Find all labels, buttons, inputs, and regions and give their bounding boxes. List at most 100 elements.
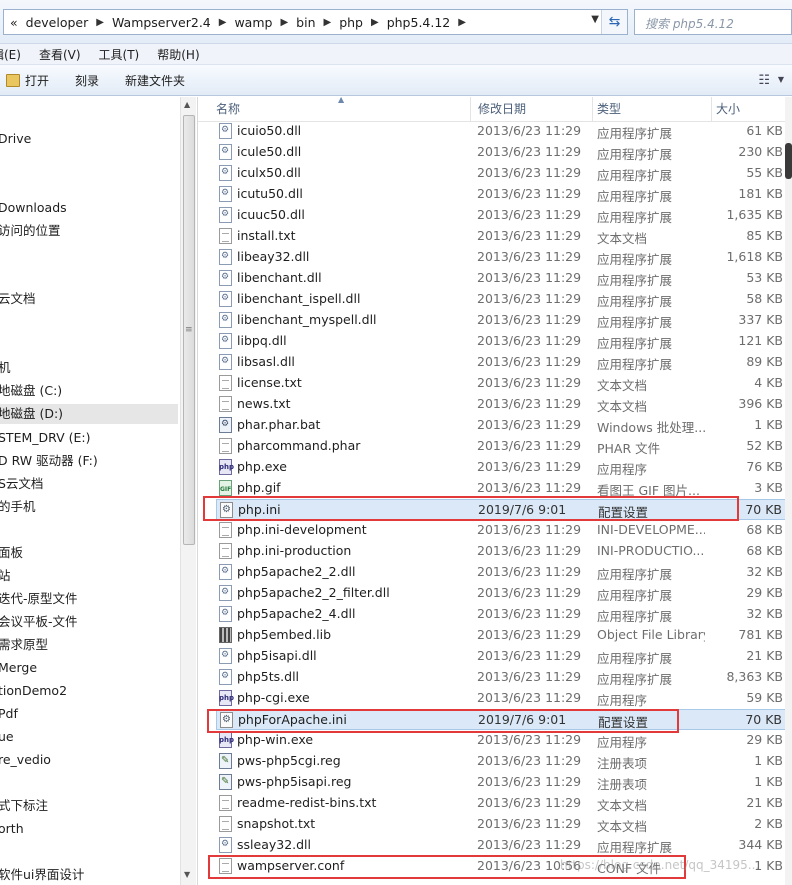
file-row[interactable]: php5embed.lib 2013/6/23 11:29 Object File …	[216, 625, 791, 646]
file-row[interactable]: pws-php5cgi.reg 2013/6/23 11:29 注册表项 1 KB	[216, 751, 791, 772]
menu-help[interactable]: 帮助(H)	[157, 46, 199, 63]
column-header-date[interactable]: 修改日期	[474, 97, 593, 122]
change-view-icon[interactable]: ☷	[758, 73, 770, 88]
breadcrumb-item[interactable]: php	[339, 15, 363, 30]
list-scroll-thumb[interactable]	[785, 143, 792, 179]
breadcrumb-item[interactable]: Wampserver2.4	[112, 15, 211, 30]
chevron-down-icon[interactable]: ▼	[778, 75, 784, 84]
file-row[interactable]: iculx50.dll 2013/6/23 11:29 应用程序扩展 55 KB	[216, 163, 791, 184]
open-button[interactable]: 打开	[6, 72, 49, 89]
txt-icon	[219, 522, 232, 538]
file-row[interactable]: news.txt 2013/6/23 11:29 文本文档 396 KB	[216, 394, 791, 415]
nav-item[interactable]: 软件ui界面设计	[0, 865, 84, 885]
nav-item[interactable]: 云文档	[0, 289, 36, 309]
file-row[interactable]: php-win.exe 2013/6/23 11:29 应用程序 29 KB	[216, 730, 791, 751]
history-dropdown-icon[interactable]: ▼	[591, 14, 599, 25]
breadcrumb-item[interactable]: bin	[296, 15, 315, 30]
breadcrumb-item[interactable]: php5.4.12	[387, 15, 451, 30]
file-row[interactable]: snapshot.txt 2013/6/23 11:29 文本文档 2 KB	[216, 814, 791, 835]
nav-item[interactable]: Drive	[0, 129, 31, 149]
file-row[interactable]: libsasl.dll 2013/6/23 11:29 应用程序扩展 89 KB	[216, 352, 791, 373]
chevron-right-icon[interactable]: ▶	[96, 17, 104, 28]
file-row[interactable]: php5apache2_2_filter.dll 2013/6/23 11:29 应…	[216, 583, 791, 604]
menu-tools[interactable]: 工具(T)	[99, 46, 140, 63]
nav-item[interactable]: 站	[0, 566, 11, 586]
file-size: 344 KB	[738, 837, 783, 852]
nav-item[interactable]: 会议平板-文件	[0, 612, 78, 632]
refresh-icon[interactable]: ⇆	[601, 10, 627, 34]
nav-item[interactable]: re_vedio	[0, 750, 51, 770]
nav-item[interactable]: 迭代-原型文件	[0, 589, 78, 609]
nav-item[interactable]: 机	[0, 358, 11, 378]
file-name: php5embed.lib	[237, 627, 332, 642]
file-row[interactable]: icule50.dll 2013/6/23 11:29 应用程序扩展 230 KB	[216, 142, 791, 163]
file-name: icutu50.dll	[237, 186, 303, 201]
menu-edit[interactable]: 辑(E)	[0, 46, 21, 63]
file-type: 应用程序扩展	[597, 315, 673, 330]
file-row[interactable]: libenchant.dll 2013/6/23 11:29 应用程序扩展 53 KB	[216, 268, 791, 289]
nav-item[interactable]: Pdf	[0, 704, 18, 724]
file-row[interactable]: php.ini-development 2013/6/23 11:29 INI-DE…	[216, 520, 791, 541]
chevron-right-icon[interactable]: ▶	[219, 17, 227, 28]
new-folder-button[interactable]: 新建文件夹	[125, 72, 185, 89]
chevron-right-icon[interactable]: ▶	[280, 17, 288, 28]
nav-item[interactable]: 地磁盘 (C:)	[0, 381, 62, 401]
nav-item[interactable]: tionDemo2	[0, 681, 67, 701]
chevron-right-icon[interactable]: ▶	[324, 17, 332, 28]
scroll-up-icon[interactable]: ▲	[184, 100, 190, 109]
file-row[interactable]: libeay32.dll 2013/6/23 11:29 应用程序扩展 1,618 K…	[216, 247, 791, 268]
nav-item[interactable]: Downloads	[0, 198, 67, 218]
file-row[interactable]: pharcommand.phar 2013/6/23 11:29 PHAR 文件 52…	[216, 436, 791, 457]
file-row[interactable]: pws-php5isapi.reg 2013/6/23 11:29 注册表项 1 KB	[216, 772, 791, 793]
file-row[interactable]: license.txt 2013/6/23 11:29 文本文档 4 KB	[216, 373, 791, 394]
list-scrollbar[interactable]	[785, 97, 792, 885]
nav-scrollbar[interactable]: ▲ ≡ ▼	[180, 97, 196, 885]
nav-item[interactable]: 面板	[0, 543, 23, 563]
nav-item[interactable]: orth	[0, 819, 24, 839]
nav-item[interactable]: 地磁盘 (D:)	[0, 404, 178, 424]
file-size: 1 KB	[754, 753, 783, 768]
column-header-type[interactable]: 类型	[593, 97, 712, 122]
file-row[interactable]: icutu50.dll 2013/6/23 11:29 应用程序扩展 181 KB	[216, 184, 791, 205]
burn-button[interactable]: 刻录	[75, 72, 99, 89]
reg-icon	[219, 753, 232, 769]
nav-item[interactable]: S云文档	[0, 474, 43, 494]
file-row[interactable]: php.ini-production 2013/6/23 11:29 INI-PRO…	[216, 541, 791, 562]
nav-item[interactable]: 访问的位置	[0, 221, 61, 241]
chevron-right-icon[interactable]: ▶	[371, 17, 379, 28]
breadcrumb-item[interactable]: wamp	[234, 15, 272, 30]
file-size: 21 KB	[746, 795, 783, 810]
address-bar[interactable]: « developer ▶ Wampserver2.4 ▶ wamp ▶ bin ▶ p…	[3, 9, 628, 35]
back-chevrons-icon[interactable]: «	[10, 15, 18, 30]
breadcrumb-item[interactable]: developer	[26, 15, 89, 30]
file-row[interactable]: php5ts.dll 2013/6/23 11:29 应用程序扩展 8,363 KB	[216, 667, 791, 688]
file-row[interactable]: ssleay32.dll 2013/6/23 11:29 应用程序扩展 344 KB	[216, 835, 791, 856]
chevron-right-icon[interactable]: ▶	[458, 17, 466, 28]
file-row[interactable]: icuuc50.dll 2013/6/23 11:29 应用程序扩展 1,635 KB	[216, 205, 791, 226]
file-row[interactable]: php-cgi.exe 2013/6/23 11:29 应用程序 59 KB	[216, 688, 791, 709]
nav-item[interactable]: ue	[0, 727, 14, 747]
txt-icon	[219, 375, 232, 391]
nav-item[interactable]: 的手机	[0, 497, 36, 517]
nav-item[interactable]: 式下标注	[0, 796, 48, 816]
search-input[interactable]: 搜索 php5.4.12	[634, 9, 792, 35]
file-row[interactable]: phar.phar.bat 2013/6/23 11:29 Windows 批处理.…	[216, 415, 791, 436]
file-row[interactable]: php5apache2_4.dll 2013/6/23 11:29 应用程序扩展 32…	[216, 604, 791, 625]
file-row[interactable]: php5apache2_2.dll 2013/6/23 11:29 应用程序扩展 32…	[216, 562, 791, 583]
nav-item[interactable]: 需求原型	[0, 635, 48, 655]
file-row[interactable]: icuio50.dll 2013/6/23 11:29 应用程序扩展 61 KB	[216, 121, 791, 142]
menu-view[interactable]: 查看(V)	[39, 46, 81, 63]
nav-item[interactable]: STEM_DRV (E:)	[0, 428, 91, 448]
nav-item[interactable]: D RW 驱动器 (F:)	[0, 451, 98, 471]
file-row[interactable]: install.txt 2013/6/23 11:29 文本文档 85 KB	[216, 226, 791, 247]
file-row[interactable]: readme-redist-bins.txt 2013/6/23 11:29 文本文…	[216, 793, 791, 814]
file-row[interactable]: libenchant_ispell.dll 2013/6/23 11:29 应用程序…	[216, 289, 791, 310]
file-size: 70 KB	[745, 712, 782, 727]
column-header-size[interactable]: 大小	[712, 97, 782, 122]
file-row[interactable]: php5isapi.dll 2013/6/23 11:29 应用程序扩展 21 KB	[216, 646, 791, 667]
nav-item[interactable]: Merge	[0, 658, 37, 678]
file-row[interactable]: libpq.dll 2013/6/23 11:29 应用程序扩展 121 KB	[216, 331, 791, 352]
file-row[interactable]: libenchant_myspell.dll 2013/6/23 11:29 应用程…	[216, 310, 791, 331]
scroll-down-icon[interactable]: ▼	[184, 870, 190, 879]
file-row[interactable]: php.exe 2013/6/23 11:29 应用程序 76 KB	[216, 457, 791, 478]
